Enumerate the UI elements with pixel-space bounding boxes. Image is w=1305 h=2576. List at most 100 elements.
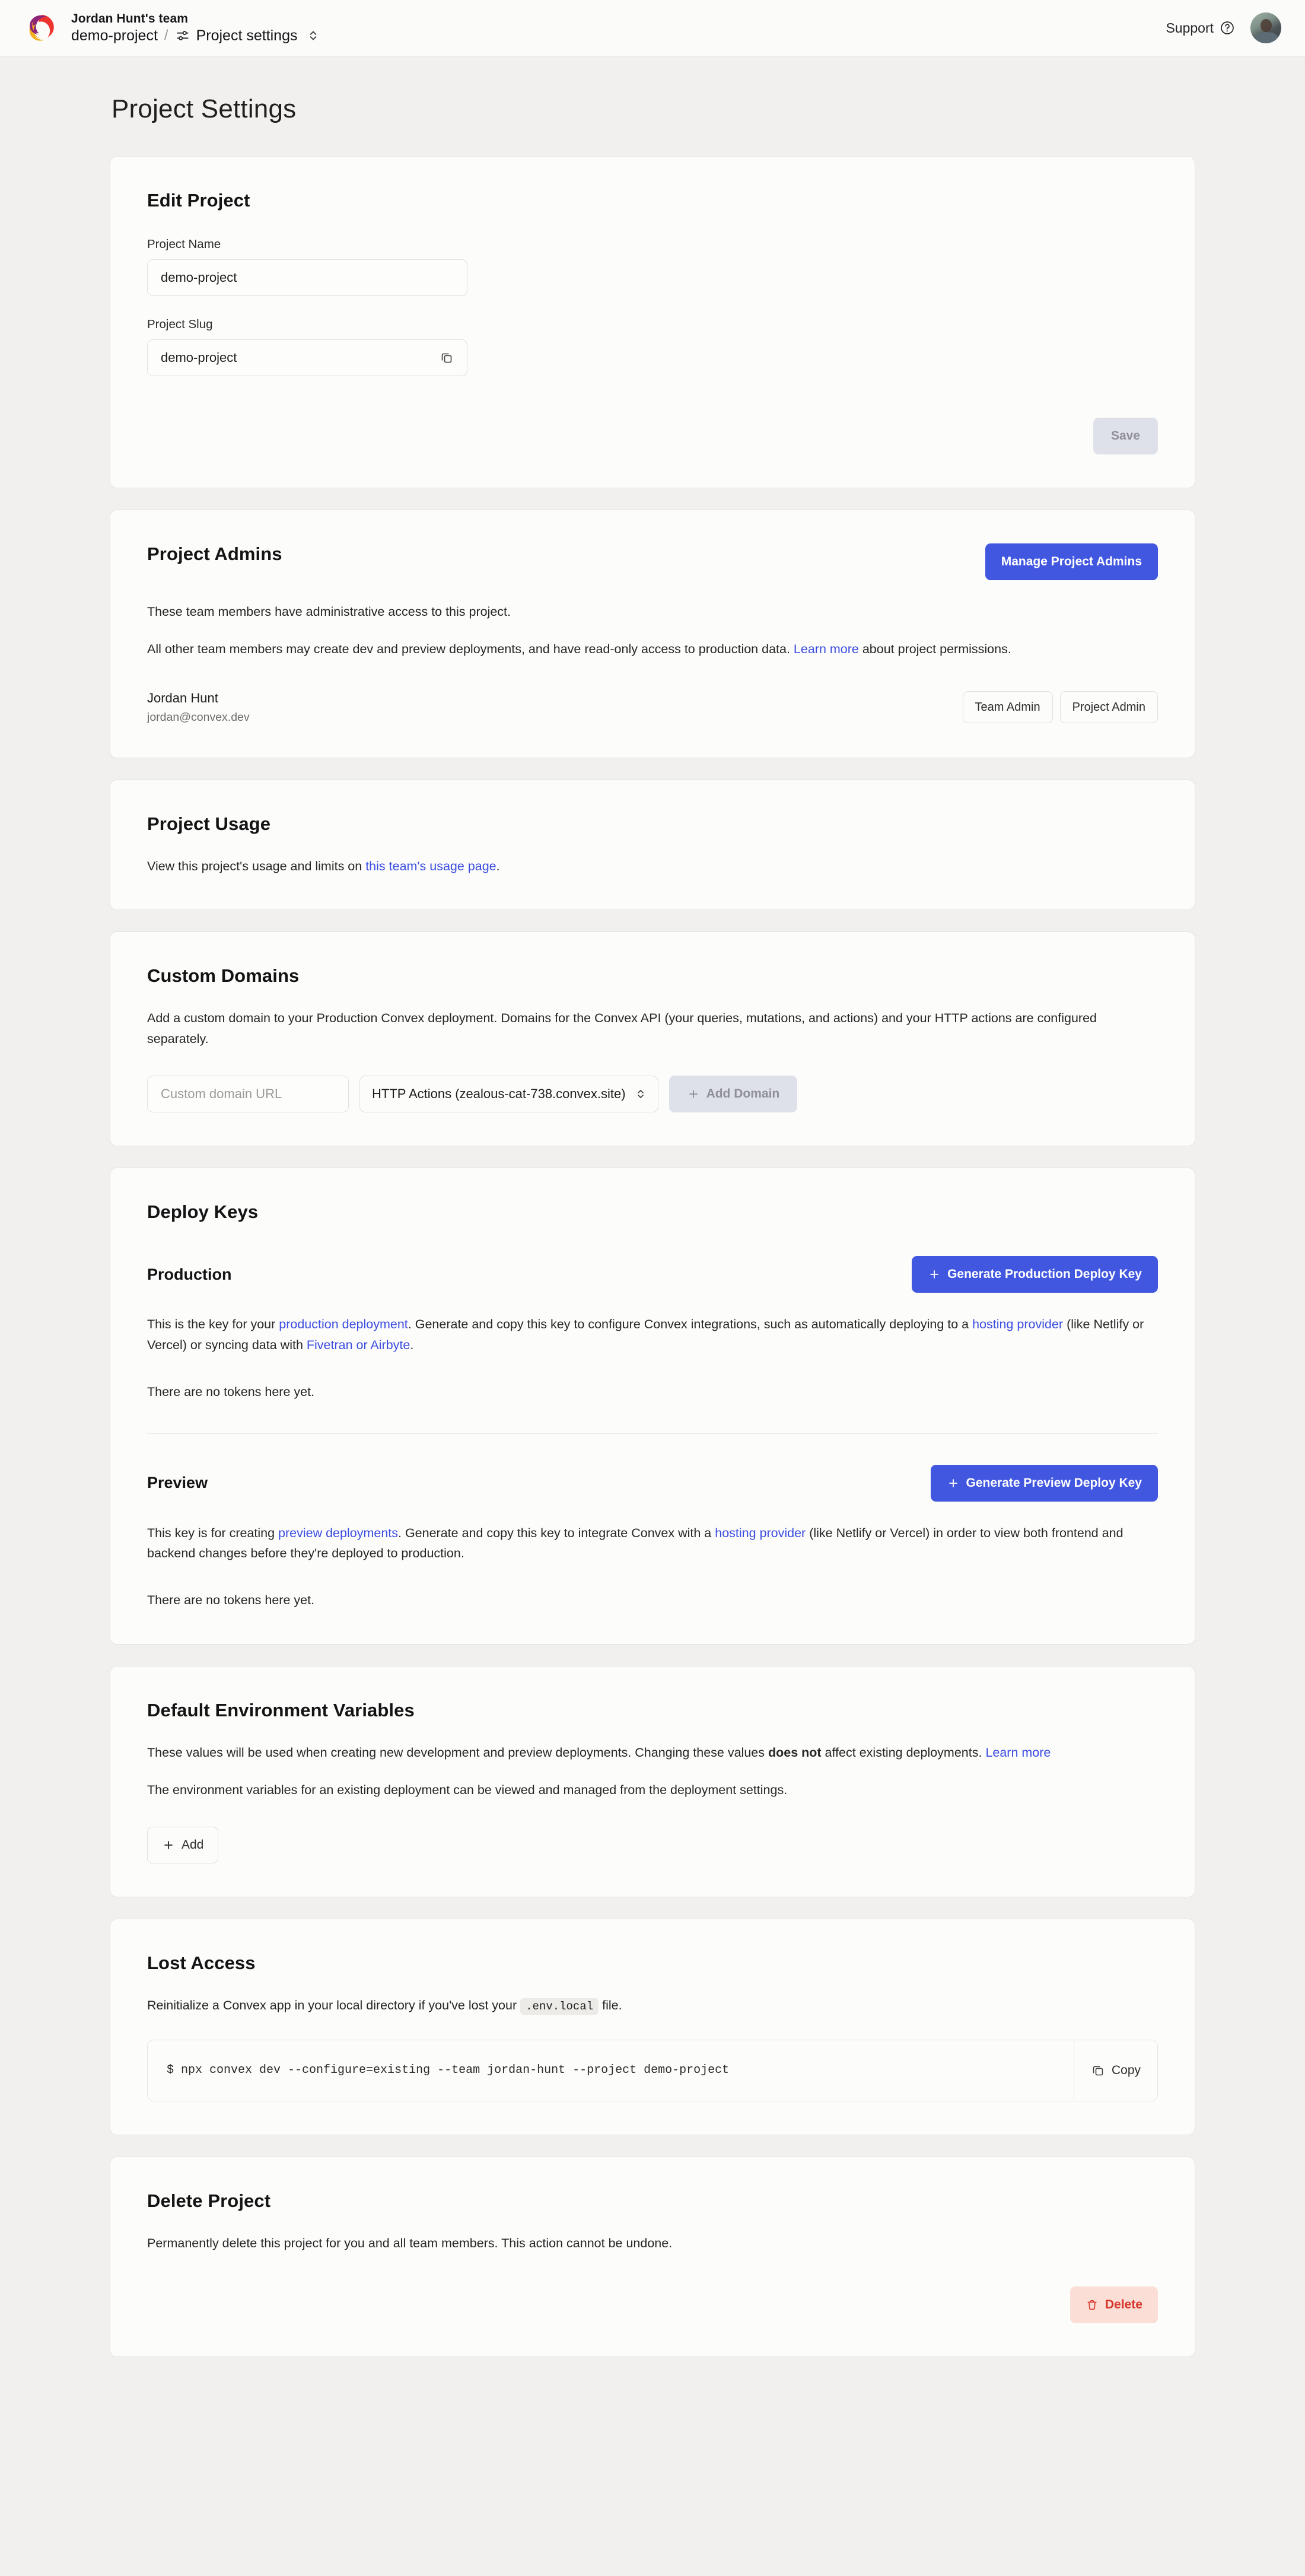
copy-icon[interactable] bbox=[440, 351, 454, 365]
custom-domains-card: Custom Domains Add a custom domain to yo… bbox=[110, 931, 1195, 1147]
preview-heading: Preview bbox=[147, 1474, 208, 1492]
team-usage-page-link[interactable]: this team's usage page bbox=[365, 859, 496, 873]
env-vars-learn-more-link[interactable]: Learn more bbox=[985, 1745, 1051, 1760]
project-slug-input[interactable]: demo-project bbox=[147, 339, 467, 376]
add-domain-label: Add Domain bbox=[706, 1087, 780, 1101]
project-slug-value: demo-project bbox=[161, 350, 237, 365]
production-empty-state: There are no tokens here yet. bbox=[147, 1384, 315, 1399]
table-row: Jordan Hunt jordan@convex.dev Team Admin… bbox=[147, 691, 1158, 724]
plus-icon bbox=[928, 1268, 941, 1281]
domain-type-selected-value: HTTP Actions (zealous-cat-738.convex.sit… bbox=[372, 1086, 626, 1102]
preview-empty-state: There are no tokens here yet. bbox=[147, 1593, 315, 1608]
member-email: jordan@convex.dev bbox=[147, 710, 250, 724]
default-env-vars-title: Default Environment Variables bbox=[147, 1700, 415, 1721]
chevron-up-down-icon bbox=[635, 1087, 646, 1101]
env-local-code-chip: .env.local bbox=[520, 1998, 599, 2015]
top-header-bar: Jordan Hunt's team demo-project / Projec… bbox=[0, 0, 1305, 56]
project-name-value: demo-project bbox=[161, 270, 237, 285]
production-deployment-link[interactable]: production deployment bbox=[279, 1317, 408, 1331]
deploy-keys-title: Deploy Keys bbox=[147, 1201, 259, 1223]
admins-desc-pre: All other team members may create dev an… bbox=[147, 641, 794, 656]
edit-project-card: Edit Project Project Name demo-project P… bbox=[110, 156, 1195, 488]
preview-description: This key is for creating preview deploym… bbox=[147, 1523, 1158, 1564]
edit-project-title: Edit Project bbox=[147, 190, 250, 211]
project-usage-description: View this project's usage and limits on … bbox=[147, 856, 1158, 877]
hosting-provider-link[interactable]: hosting provider bbox=[972, 1317, 1063, 1331]
admins-desc-post: about project permissions. bbox=[858, 641, 1011, 656]
breadcrumb-separator: / bbox=[164, 27, 168, 43]
lost-access-title: Lost Access bbox=[147, 1952, 256, 1973]
default-env-vars-card: Default Environment Variables These valu… bbox=[110, 1666, 1195, 1897]
page-content: Project Settings Edit Project Project Na… bbox=[0, 94, 1305, 2428]
avatar[interactable] bbox=[1250, 12, 1281, 43]
member-info: Jordan Hunt jordan@convex.dev bbox=[147, 691, 250, 724]
lost-text-pre: Reinitialize a Convex app in your local … bbox=[147, 1998, 521, 2012]
project-slug-label: Project Slug bbox=[147, 317, 213, 331]
support-label: Support bbox=[1166, 20, 1214, 36]
command-text: $ npx convex dev --configure=existing --… bbox=[167, 2063, 730, 2078]
status-badge-team-admin: Team Admin bbox=[962, 691, 1053, 724]
copy-command-button[interactable]: Copy bbox=[1073, 2040, 1157, 2101]
project-name-label: Project Name bbox=[147, 237, 221, 251]
breadcrumb: Jordan Hunt's team demo-project / Projec… bbox=[71, 12, 319, 44]
default-env-vars-description-2: The environment variables for an existin… bbox=[147, 1782, 788, 1797]
generate-production-deploy-key-button[interactable]: Generate Production Deploy Key bbox=[912, 1256, 1158, 1293]
custom-domains-description: Add a custom domain to your Production C… bbox=[147, 1011, 1097, 1047]
copy-icon bbox=[1091, 2063, 1105, 2078]
page-title: Project Settings bbox=[112, 94, 297, 123]
env-desc-mid: affect existing deployments. bbox=[821, 1745, 986, 1760]
prod-text-mid-1: . Generate and copy this key to configur… bbox=[408, 1317, 973, 1332]
project-permissions-learn-more-link[interactable]: Learn more bbox=[794, 642, 859, 656]
env-desc-bold: does not bbox=[768, 1745, 822, 1760]
domain-type-select[interactable]: HTTP Actions (zealous-cat-738.convex.sit… bbox=[359, 1076, 658, 1113]
production-description: This is the key for your production depl… bbox=[147, 1314, 1158, 1356]
project-admins-description-1: These team members have administrative a… bbox=[147, 605, 511, 619]
add-env-var-button[interactable]: Add bbox=[147, 1826, 219, 1863]
env-desc-pre: These values will be used when creating … bbox=[147, 1745, 768, 1760]
breadcrumb-current-label: Project settings bbox=[196, 27, 298, 44]
prod-text-post: . bbox=[410, 1337, 414, 1352]
delete-project-title: Delete Project bbox=[147, 2190, 271, 2211]
save-button[interactable]: Save bbox=[1093, 418, 1158, 454]
project-admins-description-2: All other team members may create dev an… bbox=[147, 639, 1158, 660]
generate-preview-deploy-key-button[interactable]: Generate Preview Deploy Key bbox=[930, 1464, 1158, 1502]
delete-project-label: Delete bbox=[1105, 2298, 1142, 2312]
question-circle-icon bbox=[1220, 20, 1235, 36]
prod-text-pre: This is the key for your bbox=[147, 1317, 279, 1332]
production-heading: Production bbox=[147, 1265, 232, 1283]
header-right-actions: Support bbox=[1166, 12, 1281, 43]
chevron-up-down-icon[interactable] bbox=[307, 28, 319, 43]
divider bbox=[147, 1433, 1158, 1434]
member-name: Jordan Hunt bbox=[147, 690, 218, 705]
project-usage-card: Project Usage View this project's usage … bbox=[110, 779, 1195, 911]
preview-deployments-link[interactable]: preview deployments bbox=[278, 1526, 398, 1540]
custom-domain-input[interactable]: Custom domain URL bbox=[147, 1076, 349, 1113]
convex-logo-icon[interactable] bbox=[25, 11, 58, 44]
fivetran-airbyte-link[interactable]: Fivetran or Airbyte bbox=[307, 1338, 410, 1352]
plus-icon bbox=[947, 1477, 960, 1490]
project-usage-title: Project Usage bbox=[147, 813, 271, 834]
add-env-var-label: Add bbox=[182, 1837, 204, 1852]
prev-text-mid-1: . Generate and copy this key to integrat… bbox=[398, 1525, 715, 1540]
default-env-vars-description: These values will be used when creating … bbox=[147, 1742, 1158, 1763]
deploy-keys-card: Deploy Keys Production Generate Producti… bbox=[110, 1168, 1195, 1645]
add-domain-button[interactable]: Add Domain bbox=[669, 1076, 798, 1113]
trash-icon bbox=[1086, 2298, 1099, 2311]
lost-access-description: Reinitialize a Convex app in your local … bbox=[147, 1995, 1158, 2016]
breadcrumb-project-link[interactable]: demo-project bbox=[71, 27, 158, 44]
support-button[interactable]: Support bbox=[1166, 20, 1235, 36]
team-name[interactable]: Jordan Hunt's team bbox=[71, 12, 319, 26]
breadcrumb-project-settings[interactable]: Project settings bbox=[175, 27, 319, 44]
command-box: $ npx convex dev --configure=existing --… bbox=[147, 2039, 1158, 2101]
hosting-provider-link[interactable]: hosting provider bbox=[715, 1526, 806, 1540]
lost-text-post: file. bbox=[599, 1998, 622, 2012]
project-name-input[interactable]: demo-project bbox=[147, 259, 467, 296]
generate-preview-key-label: Generate Preview Deploy Key bbox=[966, 1475, 1142, 1490]
delete-project-card: Delete Project Permanently delete this p… bbox=[110, 2156, 1195, 2358]
delete-project-description: Permanently delete this project for you … bbox=[147, 2235, 673, 2250]
manage-project-admins-button[interactable]: Manage Project Admins bbox=[985, 543, 1158, 580]
delete-project-button[interactable]: Delete bbox=[1070, 2286, 1158, 2324]
copy-command-label: Copy bbox=[1111, 2063, 1141, 2077]
project-admins-card: Project Admins Manage Project Admins The… bbox=[110, 510, 1195, 758]
lost-access-card: Lost Access Reinitialize a Convex app in… bbox=[110, 1918, 1195, 2135]
